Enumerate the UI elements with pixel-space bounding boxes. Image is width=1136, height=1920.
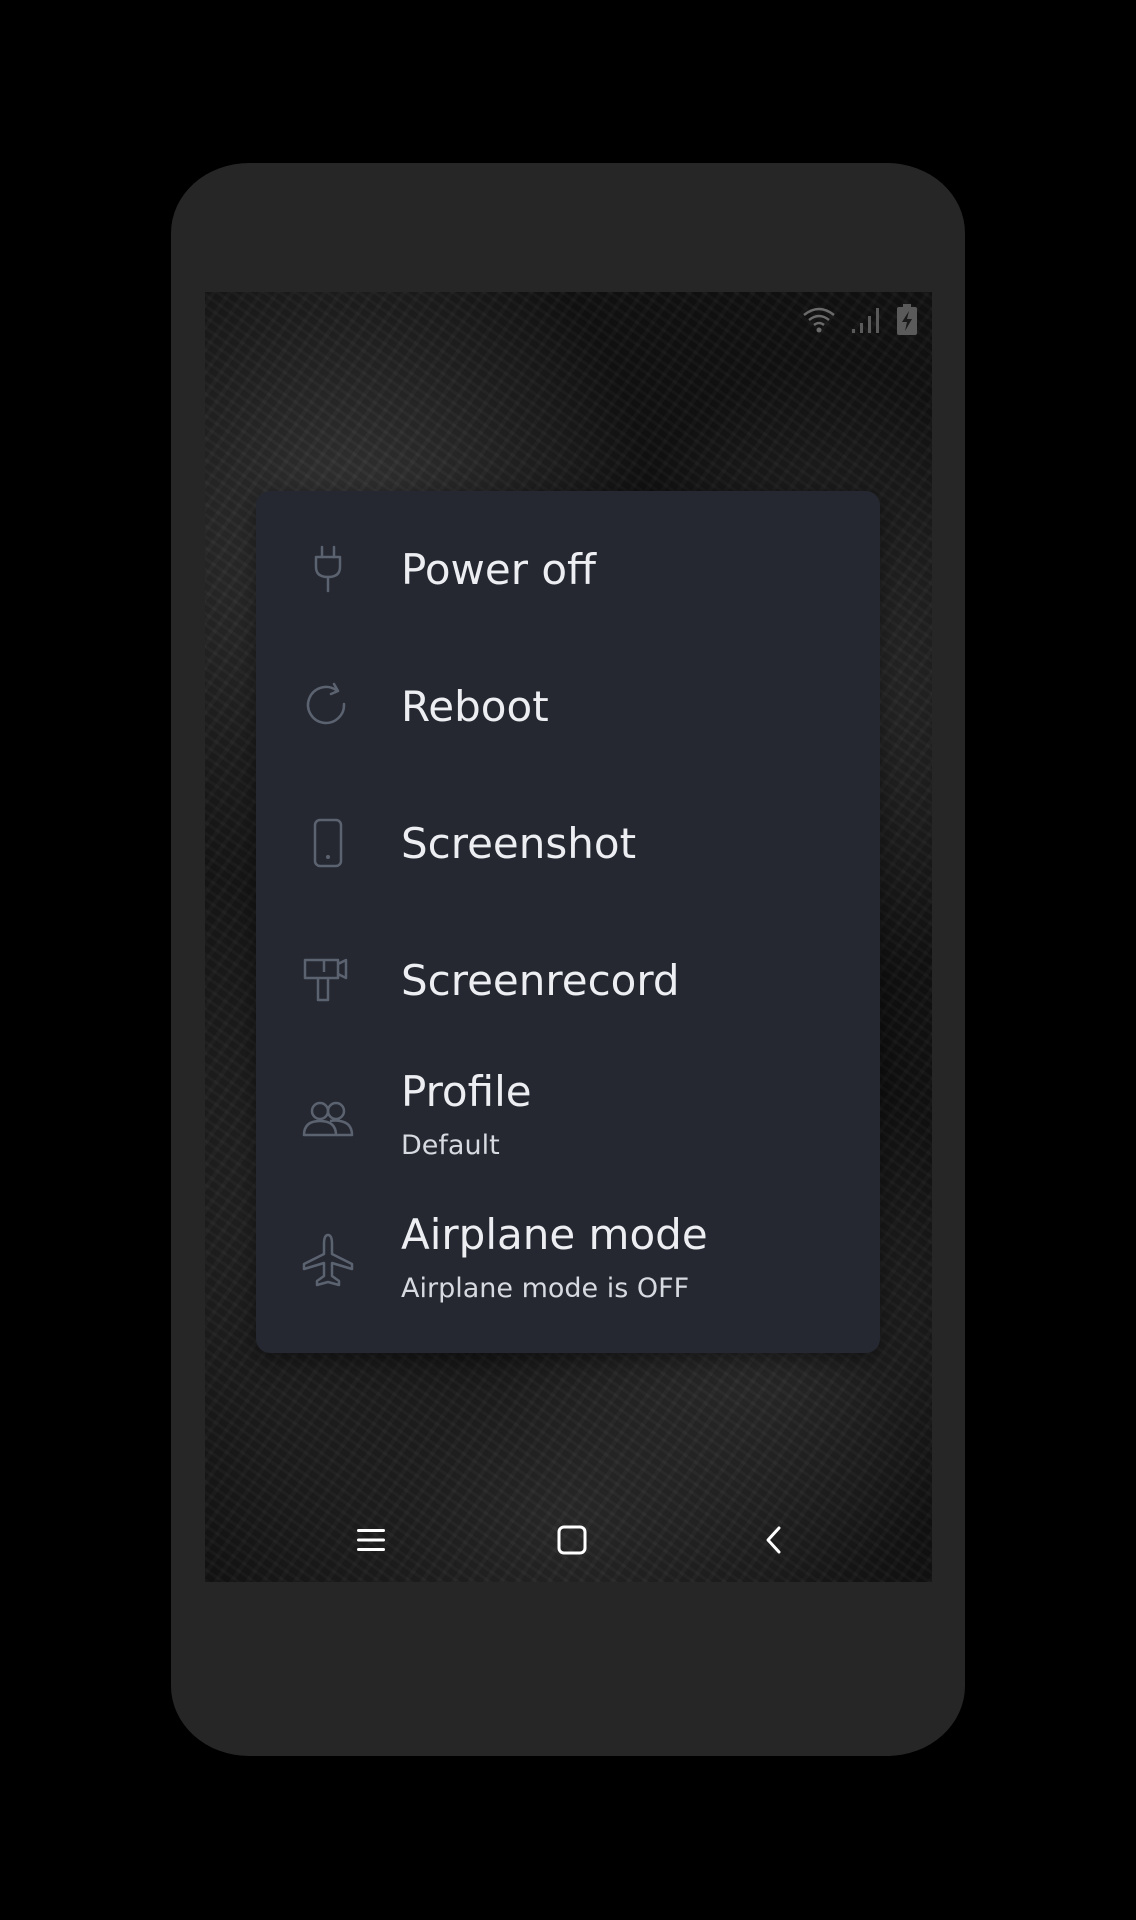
home-button[interactable]: [546, 1517, 598, 1567]
screenrecord-label: Screenrecord: [401, 956, 680, 1005]
screenrecord-item[interactable]: Screenrecord: [256, 910, 880, 1047]
profile-label: Profile: [401, 1067, 532, 1116]
back-icon: [764, 1525, 784, 1559]
status-bar: [802, 300, 918, 340]
phone-icon: [300, 815, 356, 871]
recent-apps-button[interactable]: [345, 1517, 397, 1567]
airplane-mode-label: Airplane mode: [401, 1210, 708, 1259]
plug-icon: [300, 541, 356, 597]
power-off-label: Power off: [401, 545, 596, 594]
airplane-mode-sublabel: Airplane mode is OFF: [401, 1273, 690, 1304]
power-menu: Power off Reboot Screenshot Screenrecord…: [256, 491, 880, 1353]
power-off-item[interactable]: Power off: [256, 499, 880, 636]
camera-icon: [300, 952, 356, 1008]
reboot-item[interactable]: Reboot: [256, 636, 880, 773]
screenshot-item[interactable]: Screenshot: [256, 773, 880, 910]
refresh-icon: [300, 678, 356, 734]
battery-charging-icon: [896, 304, 918, 336]
wifi-icon: [802, 305, 836, 335]
airplane-mode-item[interactable]: Airplane mode Airplane mode is OFF: [256, 1188, 880, 1325]
users-icon: [300, 1091, 356, 1147]
menu-icon: [356, 1527, 386, 1557]
profile-sublabel: Default: [401, 1130, 500, 1161]
cellular-signal-icon: [850, 305, 882, 335]
home-icon: [557, 1525, 587, 1559]
profile-item[interactable]: Profile Default: [256, 1047, 880, 1184]
back-button[interactable]: [748, 1517, 800, 1567]
airplane-icon: [300, 1232, 356, 1288]
navigation-bar: [205, 1507, 932, 1577]
reboot-label: Reboot: [401, 682, 549, 731]
screenshot-label: Screenshot: [401, 819, 637, 868]
